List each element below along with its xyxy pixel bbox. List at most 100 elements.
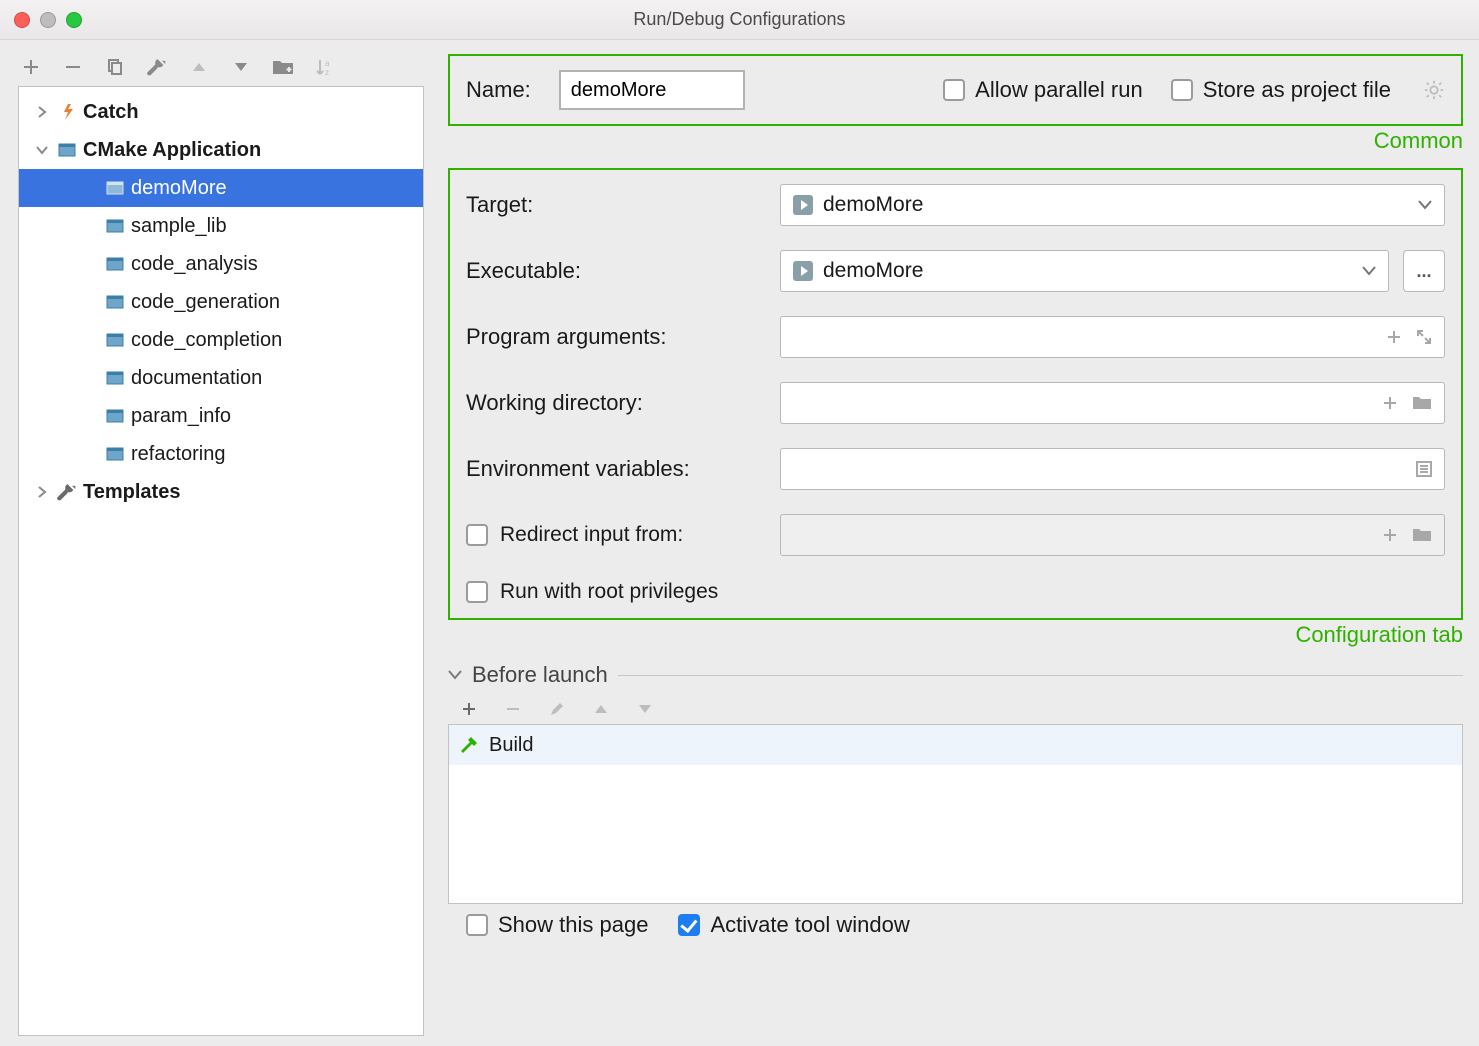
store-project-checkbox[interactable]: Store as project file	[1171, 77, 1391, 103]
workdir-input[interactable]	[780, 382, 1445, 424]
before-launch-title: Before launch	[472, 662, 608, 688]
activate-tool-window-label: Activate tool window	[710, 912, 909, 938]
env-input[interactable]	[780, 448, 1445, 490]
env-label: Environment variables:	[466, 456, 766, 482]
tree-group-catch[interactable]: Catch	[19, 93, 423, 131]
tree-item-code-generation[interactable]: code_generation	[19, 283, 423, 321]
before-launch-section: Before launch Build	[448, 662, 1463, 938]
tree-item-refactoring[interactable]: refactoring	[19, 435, 423, 473]
target-label: Target:	[466, 192, 766, 218]
window-controls	[14, 12, 82, 28]
before-launch-item-build[interactable]: Build	[449, 725, 1462, 765]
tree-item-demomore[interactable]: demoMore	[19, 169, 423, 207]
redirect-input-checkbox[interactable]: Redirect input from:	[466, 523, 766, 547]
expand-icon[interactable]	[1416, 329, 1432, 345]
cmake-icon	[105, 178, 125, 198]
tree-item-label: param_info	[131, 405, 231, 428]
tree-item-label: code_completion	[131, 329, 282, 352]
allow-parallel-checkbox[interactable]: Allow parallel run	[943, 77, 1143, 103]
before-launch-item-label: Build	[489, 734, 533, 757]
edit-icon[interactable]	[546, 698, 568, 720]
tree-group-templates[interactable]: Templates	[19, 473, 423, 511]
chevron-down-icon	[33, 144, 51, 156]
target-value: demoMore	[823, 193, 923, 217]
tree-group-label: Catch	[83, 101, 139, 124]
allow-parallel-label: Allow parallel run	[975, 77, 1143, 103]
cmake-icon	[105, 368, 125, 388]
list-icon[interactable]	[1416, 461, 1432, 477]
left-panel: az Catch CMake	[0, 40, 440, 1046]
divider	[618, 675, 1463, 676]
tree-item-label: code_analysis	[131, 253, 258, 276]
zoom-window-button[interactable]	[66, 12, 82, 28]
move-up-icon[interactable]	[188, 56, 210, 78]
svg-text:z: z	[325, 68, 329, 77]
tree-item-code-completion[interactable]: code_completion	[19, 321, 423, 359]
executable-browse-button[interactable]: ...	[1403, 250, 1445, 292]
executable-label: Executable:	[466, 258, 766, 284]
root-label: Run with root privileges	[500, 580, 718, 604]
add-icon[interactable]	[458, 698, 480, 720]
cmake-icon	[105, 216, 125, 236]
add-icon[interactable]	[1386, 329, 1402, 345]
config-caption: Configuration tab	[448, 622, 1463, 648]
workdir-label: Working directory:	[466, 390, 766, 416]
move-up-icon[interactable]	[590, 698, 612, 720]
run-target-icon	[793, 261, 813, 281]
show-this-page-checkbox[interactable]: Show this page	[466, 912, 648, 938]
add-icon[interactable]	[20, 56, 42, 78]
common-caption: Common	[448, 128, 1463, 154]
root-privileges-checkbox[interactable]: Run with root privileges	[466, 580, 1445, 604]
tree-group-cmake[interactable]: CMake Application	[19, 131, 423, 169]
chevron-down-icon[interactable]	[448, 670, 462, 680]
sort-alpha-icon[interactable]: az	[314, 56, 336, 78]
args-label: Program arguments:	[466, 324, 766, 350]
save-folder-icon[interactable]	[272, 56, 294, 78]
executable-dropdown[interactable]: demoMore	[780, 250, 1389, 292]
catch-icon	[57, 102, 77, 122]
remove-icon[interactable]	[62, 56, 84, 78]
titlebar: Run/Debug Configurations	[0, 0, 1479, 40]
name-label: Name:	[466, 77, 531, 103]
tree-group-label: Templates	[83, 481, 180, 504]
tree-item-sample-lib[interactable]: sample_lib	[19, 207, 423, 245]
close-window-button[interactable]	[14, 12, 30, 28]
folder-icon[interactable]	[1412, 395, 1432, 411]
cmake-icon	[57, 140, 77, 160]
move-down-icon[interactable]	[634, 698, 656, 720]
before-launch-list[interactable]: Build	[448, 724, 1463, 904]
tree-item-documentation[interactable]: documentation	[19, 359, 423, 397]
args-input[interactable]	[780, 316, 1445, 358]
tree-item-label: sample_lib	[131, 215, 227, 238]
chevron-right-icon	[33, 106, 51, 118]
tree-item-label: documentation	[131, 367, 262, 390]
cmake-icon	[105, 292, 125, 312]
common-panel: Name: Allow parallel run Store as projec…	[448, 54, 1463, 126]
minimize-window-button[interactable]	[40, 12, 56, 28]
gear-icon[interactable]	[1423, 79, 1445, 101]
config-tree[interactable]: Catch CMake Application demoMore	[18, 86, 424, 1036]
show-this-page-label: Show this page	[498, 912, 648, 938]
folder-icon	[1412, 527, 1432, 543]
redirect-label: Redirect input from:	[500, 523, 683, 547]
cmake-icon	[105, 406, 125, 426]
target-dropdown[interactable]: demoMore	[780, 184, 1445, 226]
left-toolbar: az	[18, 50, 424, 86]
right-panel: Name: Allow parallel run Store as projec…	[440, 40, 1479, 1046]
copy-icon[interactable]	[104, 56, 126, 78]
cmake-icon	[105, 330, 125, 350]
svg-text:a: a	[325, 59, 330, 68]
wrench-icon[interactable]	[146, 56, 168, 78]
tree-item-label: code_generation	[131, 291, 280, 314]
config-panel: Target: demoMore Executable: demoMore	[448, 168, 1463, 620]
name-input[interactable]	[559, 70, 745, 110]
add-icon[interactable]	[1382, 395, 1398, 411]
store-project-label: Store as project file	[1203, 77, 1391, 103]
chevron-right-icon	[33, 486, 51, 498]
tree-item-code-analysis[interactable]: code_analysis	[19, 245, 423, 283]
remove-icon[interactable]	[502, 698, 524, 720]
add-icon	[1382, 527, 1398, 543]
move-down-icon[interactable]	[230, 56, 252, 78]
activate-tool-window-checkbox[interactable]: Activate tool window	[678, 912, 909, 938]
tree-item-param-info[interactable]: param_info	[19, 397, 423, 435]
